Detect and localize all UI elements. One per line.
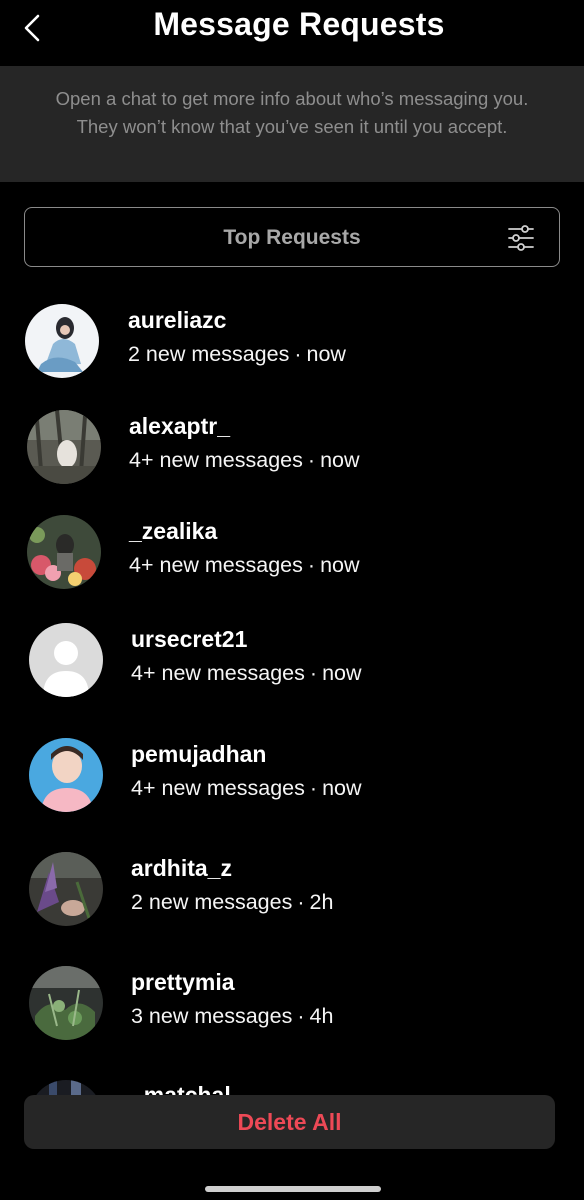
username: prettymia — [131, 969, 235, 995]
user-photo-icon — [25, 304, 99, 378]
username: pemujadhan — [131, 741, 267, 767]
avatar — [29, 623, 103, 697]
request-meta: 2 new messages · 2h — [131, 890, 333, 915]
username: _zealika — [129, 518, 218, 544]
request-row-ardhita-z[interactable]: ardhita_z 2 new messages · 2h — [0, 852, 584, 952]
avatar — [29, 1080, 103, 1096]
request-row-zealika[interactable]: _zealika 4+ new messages · now — [0, 515, 584, 615]
timestamp: now — [322, 776, 362, 800]
filter-label: Top Requests — [223, 226, 361, 249]
user-photo-icon — [27, 410, 101, 484]
request-meta: 4+ new messages · now — [129, 553, 360, 578]
request-meta: 3 new messages · 4h — [131, 1004, 333, 1029]
request-row-matchal[interactable]: _matchal — [0, 1076, 584, 1096]
separator: · — [297, 890, 305, 914]
message-count: 2 new messages — [128, 342, 290, 366]
timestamp: 4h — [309, 1004, 334, 1028]
avatar — [25, 304, 99, 378]
avatar — [27, 515, 101, 589]
timestamp: now — [320, 553, 360, 577]
username: aureliazc — [128, 307, 227, 333]
message-count: 4+ new messages — [131, 776, 305, 800]
request-row-prettymia[interactable]: prettymia 3 new messages · 4h — [0, 966, 584, 1066]
timestamp: now — [306, 342, 346, 366]
delete-all-label: Delete All — [237, 1109, 342, 1135]
username: ardhita_z — [131, 855, 232, 881]
request-meta: 4+ new messages · now — [131, 776, 362, 801]
separator: · — [309, 776, 318, 800]
home-indicator — [205, 1186, 381, 1192]
request-meta: 4+ new messages · now — [131, 661, 362, 686]
request-row-alexaptr[interactable]: alexaptr_ 4+ new messages · now — [0, 410, 584, 510]
request-meta: 2 new messages · now — [128, 342, 346, 367]
avatar — [29, 738, 103, 812]
separator: · — [297, 1004, 305, 1028]
avatar — [29, 852, 103, 926]
sliders-icon — [508, 225, 534, 251]
username: _matchal — [131, 1082, 231, 1096]
user-photo-icon — [27, 515, 101, 589]
message-count: 4+ new messages — [131, 661, 305, 685]
request-row-pemujadhan[interactable]: pemujadhan 4+ new messages · now — [0, 738, 584, 838]
default-avatar-icon — [29, 623, 103, 697]
request-row-aureliazc[interactable]: aureliazc 2 new messages · now — [0, 304, 584, 404]
separator: · — [294, 342, 302, 366]
request-row-ursecret21[interactable]: ursecret21 4+ new messages · now — [0, 623, 584, 723]
username: ursecret21 — [131, 626, 248, 652]
user-photo-icon — [29, 852, 103, 926]
header: Message Requests — [0, 0, 584, 66]
message-count: 2 new messages — [131, 890, 293, 914]
message-count: 4+ new messages — [129, 448, 303, 472]
request-meta: 4+ new messages · now — [129, 448, 360, 473]
avatar — [27, 410, 101, 484]
separator: · — [307, 448, 316, 472]
message-count: 4+ new messages — [129, 553, 303, 577]
timestamp: now — [322, 661, 362, 685]
separator: · — [309, 661, 318, 685]
user-photo-icon — [29, 1080, 103, 1096]
page-title: Message Requests — [153, 6, 445, 42]
avatar — [29, 966, 103, 1040]
delete-all-button[interactable]: Delete All — [24, 1095, 555, 1149]
separator: · — [307, 553, 316, 577]
timestamp: now — [320, 448, 360, 472]
user-photo-icon — [29, 966, 103, 1040]
user-photo-icon — [29, 738, 103, 812]
username: alexaptr_ — [129, 413, 231, 439]
timestamp: 2h — [309, 890, 334, 914]
top-requests-filter-button[interactable]: Top Requests — [24, 207, 560, 267]
info-banner: Open a chat to get more info about who’s… — [0, 66, 584, 182]
message-count: 3 new messages — [131, 1004, 293, 1028]
